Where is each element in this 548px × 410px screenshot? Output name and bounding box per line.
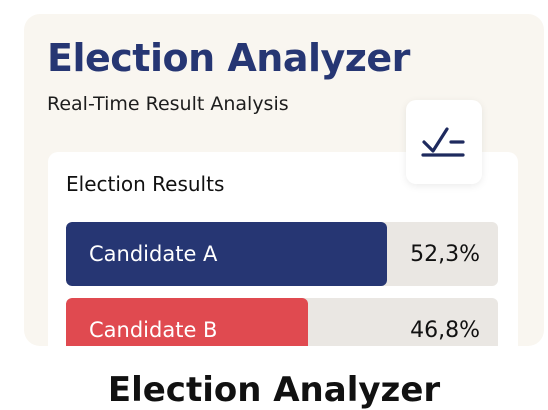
- candidate-b-name: Candidate B: [89, 318, 218, 342]
- app-title: Election Analyzer: [47, 36, 410, 80]
- results-heading: Election Results: [66, 172, 225, 196]
- candidate-a-name: Candidate A: [89, 242, 218, 266]
- candidate-row-a[interactable]: Candidate A 52,3%: [66, 222, 498, 286]
- vote-check-button[interactable]: [406, 100, 482, 184]
- candidate-a-percent: 52,3%: [410, 242, 480, 267]
- checkmark-dash-icon: [421, 127, 465, 157]
- candidate-row-b[interactable]: Candidate B 46,8%: [66, 298, 498, 346]
- candidate-b-percent: 46,8%: [410, 318, 480, 343]
- footer-title: Election Analyzer: [107, 370, 441, 410]
- app-subtitle: Real-Time Result Analysis: [47, 93, 289, 115]
- app-card: Election Analyzer Real-Time Result Analy…: [24, 14, 544, 346]
